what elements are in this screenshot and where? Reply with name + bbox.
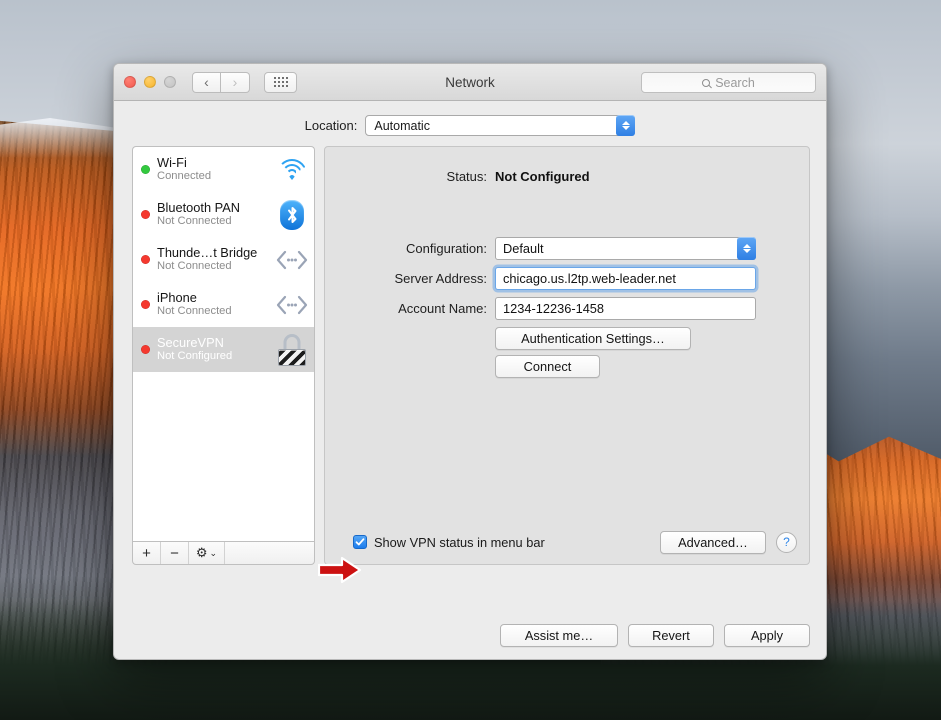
- status-badge: Not Configured: [495, 169, 590, 184]
- sidebar-item-labels: Thunde…t Bridge Not Connected: [157, 245, 269, 273]
- sidebar-item-iphone[interactable]: iPhone Not Connected: [133, 282, 314, 327]
- chevron-left-icon: ‹: [204, 74, 209, 90]
- server-address-label: Server Address:: [394, 271, 488, 286]
- minimize-button[interactable]: [144, 76, 156, 88]
- sidebar-item-status: Not Configured: [157, 350, 233, 363]
- status-dot-wifi: [141, 165, 150, 174]
- add-service-button[interactable]: +: [133, 542, 161, 564]
- location-select[interactable]: Automatic: [365, 115, 636, 136]
- account-name-row: Account Name: 1234-12236-1458: [325, 297, 809, 320]
- service-sidebar: Wi-Fi Connected Bluetooth PAN Not Connec…: [132, 146, 315, 565]
- window-body: Location: Automatic Wi-Fi Connected Blue…: [114, 101, 826, 659]
- location-stepper-icon[interactable]: [616, 115, 636, 136]
- configuration-value: Default: [503, 241, 544, 256]
- plus-icon: +: [142, 544, 151, 562]
- checkmark-icon: [355, 538, 365, 546]
- configuration-select[interactable]: Default: [495, 237, 756, 260]
- authentication-settings-button[interactable]: Authentication Settings…: [495, 327, 691, 350]
- search-placeholder: Search: [715, 75, 755, 90]
- vpn-lock-icon: [276, 333, 308, 366]
- status-dot-thunderbolt-bridge: [141, 255, 150, 264]
- sidebar-item-name: Thunde…t Bridge: [157, 245, 258, 261]
- grid-dots-icon: [273, 77, 288, 87]
- window-titlebar: ‹ › Network Search: [114, 64, 826, 101]
- connect-button[interactable]: Connect: [495, 355, 600, 378]
- revert-button[interactable]: Revert: [628, 624, 714, 647]
- status-label: Status:: [446, 169, 487, 184]
- assist-me-button[interactable]: Assist me…: [500, 624, 618, 647]
- apply-button[interactable]: Apply: [724, 624, 810, 647]
- wifi-icon: [276, 154, 308, 186]
- status-dot-iphone: [141, 300, 150, 309]
- minus-icon: −: [170, 544, 179, 562]
- sidebar-item-status: Connected: [157, 170, 212, 183]
- sidebar-item-status: Not Connected: [157, 215, 232, 228]
- sidebar-item-labels: Wi-Fi Connected: [157, 155, 269, 183]
- sidebar-item-labels: SecureVPN Not Configured: [157, 335, 269, 363]
- sidebar-item-name: Wi-Fi: [157, 155, 187, 171]
- show-vpn-status-checkbox[interactable]: [353, 535, 367, 549]
- service-list-toolbar: + − ⚙ ⌄: [132, 541, 315, 565]
- advanced-button[interactable]: Advanced…: [660, 530, 766, 554]
- sidebar-item-securevpn[interactable]: SecureVPN Not Configured: [133, 327, 314, 372]
- service-list[interactable]: Wi-Fi Connected Bluetooth PAN Not Connec…: [132, 146, 315, 541]
- chevron-down-icon: ⌄: [209, 547, 218, 558]
- show-vpn-status-checkbox-group[interactable]: Show VPN status in menu bar: [353, 535, 545, 550]
- configuration-label: Configuration:: [406, 241, 487, 256]
- content-split: Wi-Fi Connected Bluetooth PAN Not Connec…: [114, 136, 826, 565]
- desktop-background: ‹ › Network Search Location: Automatic W…: [0, 0, 941, 720]
- sidebar-item-labels: iPhone Not Connected: [157, 290, 269, 318]
- show-vpn-status-label: Show VPN status in menu bar: [374, 534, 545, 550]
- window-footer: Assist me… Revert Apply: [500, 624, 810, 647]
- status-dot-bluetooth-pan: [141, 210, 150, 219]
- forward-button[interactable]: ›: [221, 71, 250, 93]
- location-row: Location: Automatic: [114, 101, 826, 136]
- server-address-row: Server Address: chicago.us.l2tp.web-lead…: [325, 267, 809, 290]
- close-button[interactable]: [124, 76, 136, 88]
- search-input[interactable]: Search: [641, 72, 816, 93]
- service-actions-button[interactable]: ⚙ ⌄: [189, 542, 225, 564]
- sidebar-item-name: Bluetooth PAN: [157, 200, 240, 216]
- connect-row: Connect: [325, 350, 809, 378]
- sidebar-item-status: Not Connected: [157, 260, 232, 273]
- server-address-input[interactable]: chicago.us.l2tp.web-leader.net: [495, 267, 756, 290]
- account-name-input[interactable]: 1234-12236-1458: [495, 297, 756, 320]
- auth-row: Authentication Settings…: [325, 327, 809, 350]
- vpn-settings-panel: Status: Not Configured Configuration: De…: [324, 146, 810, 565]
- help-button[interactable]: ?: [776, 531, 797, 553]
- navigation-buttons: ‹ ›: [192, 71, 250, 93]
- account-name-label: Account Name:: [398, 301, 487, 316]
- show-all-preferences-button[interactable]: [264, 71, 297, 93]
- configuration-stepper-icon[interactable]: [737, 237, 756, 260]
- network-preferences-window: ‹ › Network Search Location: Automatic W…: [113, 63, 827, 660]
- zoom-button[interactable]: [164, 76, 176, 88]
- ethernet-icon: [276, 289, 308, 321]
- server-address-value: chicago.us.l2tp.web-leader.net: [503, 271, 676, 286]
- sidebar-item-labels: Bluetooth PAN Not Connected: [157, 200, 269, 228]
- account-name-value: 1234-12236-1458: [503, 301, 605, 316]
- bluetooth-icon: [276, 199, 308, 231]
- remove-service-button[interactable]: −: [161, 542, 189, 564]
- status-dot-securevpn: [141, 345, 150, 354]
- search-icon: [702, 78, 711, 87]
- chevron-right-icon: ›: [232, 74, 238, 90]
- location-value: Automatic: [374, 118, 430, 133]
- sidebar-item-name: iPhone: [157, 290, 197, 306]
- configuration-row: Configuration: Default: [325, 237, 809, 260]
- vpn-form-fields: Configuration: Default Server Address: c…: [325, 237, 809, 378]
- sidebar-item-thunderbolt-bridge[interactable]: Thunde…t Bridge Not Connected: [133, 237, 314, 282]
- back-button[interactable]: ‹: [192, 71, 221, 93]
- sidebar-item-status: Not Connected: [157, 305, 232, 318]
- ethernet-icon: [276, 244, 308, 276]
- sidebar-item-bluetooth-pan[interactable]: Bluetooth PAN Not Connected: [133, 192, 314, 237]
- traffic-lights: [124, 76, 176, 88]
- location-label: Location:: [304, 118, 358, 133]
- sidebar-item-name: SecureVPN: [157, 335, 224, 351]
- status-row: Status: Not Configured: [325, 147, 809, 184]
- gear-icon: ⚙: [195, 545, 208, 560]
- sidebar-item-wifi[interactable]: Wi-Fi Connected: [133, 147, 314, 192]
- panel-bottom-bar: Show VPN status in menu bar Advanced… ?: [325, 520, 809, 564]
